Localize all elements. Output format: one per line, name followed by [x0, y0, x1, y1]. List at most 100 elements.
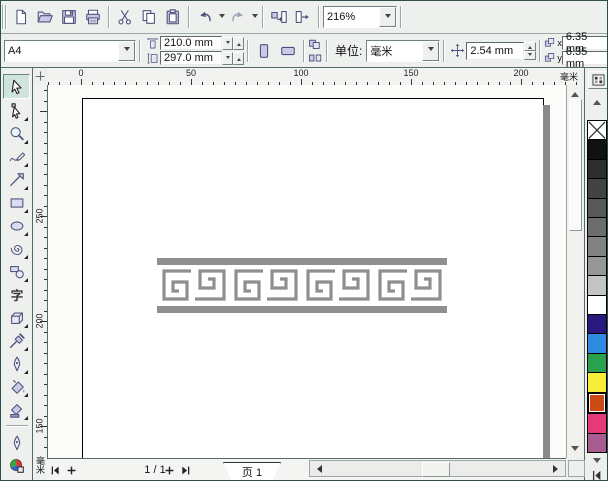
shape-tool[interactable] — [4, 99, 29, 122]
rectangle-tool[interactable] — [4, 191, 29, 214]
scroll-left-button[interactable] — [312, 463, 323, 474]
interactive-fill-tool[interactable] — [4, 398, 29, 421]
palette-scroll-up-button[interactable] — [590, 94, 604, 106]
zoom-level-value[interactable]: 216% — [324, 7, 379, 27]
cut-button[interactable] — [113, 5, 137, 29]
units-value[interactable]: 毫米 — [367, 40, 423, 61]
color-swatch-80-percent-black[interactable] — [587, 178, 607, 199]
horizontal-scrollbar-thumb[interactable] — [422, 462, 450, 477]
nudge-spin-down[interactable] — [524, 50, 537, 60]
vertical-scrollbar-thumb[interactable] — [569, 99, 582, 231]
property-bar: A4 210.0 mm 297.0 mm 单位: 毫米 2.54 mm x 6.… — [1, 31, 607, 70]
palette-expand-button[interactable] — [589, 469, 605, 480]
portrait-orientation-button[interactable] — [252, 39, 276, 63]
smart-drawing-tool[interactable] — [4, 168, 29, 191]
scroll-right-button[interactable] — [552, 463, 563, 474]
color-swatch-60-percent-black[interactable] — [587, 217, 607, 238]
palette-options-button[interactable] — [588, 71, 607, 89]
color-swatch-green[interactable] — [587, 352, 607, 374]
scroll-up-button[interactable] — [569, 87, 581, 98]
color-swatch-20-percent-black[interactable] — [587, 275, 607, 296]
toolbar-grip[interactable] — [2, 5, 7, 29]
color-swatch-blue[interactable] — [587, 333, 607, 354]
horizontal-scrollbar[interactable] — [309, 460, 566, 477]
scroll-down-button[interactable] — [569, 445, 581, 456]
propbar-separator — [247, 39, 249, 62]
landscape-orientation-button[interactable] — [276, 39, 300, 63]
spiral-tool[interactable] — [4, 237, 29, 260]
undo-button[interactable] — [193, 5, 217, 29]
paper-width-spin-up[interactable] — [233, 36, 244, 50]
color-swatch-black[interactable] — [587, 139, 607, 160]
paper-size-combo[interactable]: A4 — [4, 39, 136, 62]
color-swatch-mauve[interactable] — [587, 432, 607, 453]
paper-width-spin-down[interactable] — [222, 36, 233, 50]
palette-scroll-down-button[interactable] — [590, 456, 604, 468]
nudge-offset-field[interactable]: 2.54 mm — [466, 41, 525, 60]
zoom-combo-dropdown-button[interactable] — [379, 7, 396, 27]
set-size-current-page-button[interactable] — [308, 51, 323, 65]
color-swatch-50-percent-black[interactable] — [587, 236, 607, 257]
paper-height-field[interactable]: 297.0 mm — [160, 51, 222, 65]
freehand-tool[interactable] — [4, 145, 29, 168]
duplicate-y-field[interactable]: 6.35 mm — [561, 46, 607, 70]
paper-height-spin-down[interactable] — [222, 51, 233, 65]
propbar-separator — [539, 39, 542, 62]
open-button[interactable] — [33, 5, 57, 29]
zoom-level-combo[interactable]: 216% — [323, 6, 397, 28]
paper-height-spin-up[interactable] — [233, 51, 244, 65]
color-dialog-tool[interactable] — [4, 454, 29, 477]
outline-pen-bottom-tool[interactable] — [4, 431, 29, 454]
drawing-canvas[interactable] — [47, 85, 566, 458]
color-swatch-white[interactable] — [587, 294, 607, 316]
paste-button[interactable] — [161, 5, 185, 29]
nudge-spin-up[interactable] — [524, 41, 537, 51]
paper-size-value[interactable]: A4 — [5, 40, 118, 61]
set-size-all-pages-button[interactable] — [308, 37, 323, 51]
color-swatch-90-percent-black[interactable] — [587, 158, 607, 180]
color-swatch-70-percent-black[interactable] — [587, 197, 607, 219]
vertical-scrollbar[interactable] — [566, 85, 582, 458]
pick-tool[interactable] — [3, 74, 30, 99]
import-icon — [270, 8, 288, 26]
ruler-origin-button[interactable] — [33, 68, 47, 85]
units-dropdown-button[interactable] — [422, 40, 440, 61]
toolbar-separator — [400, 6, 402, 28]
eyedropper-tool[interactable] — [4, 329, 29, 352]
paper-width-field[interactable]: 210.0 mm — [160, 36, 222, 50]
export-button[interactable] — [291, 5, 315, 29]
greek-key-pattern-object[interactable] — [157, 258, 447, 313]
chevron-down-icon — [251, 13, 258, 21]
horizontal-ruler[interactable]: 毫米 0 50 100 150 200 — [47, 68, 581, 86]
redo-button[interactable] — [226, 5, 250, 29]
undo-dropdown-button[interactable] — [217, 5, 226, 29]
add-page-before-button[interactable] — [63, 461, 79, 479]
color-swatch-no-fill[interactable] — [587, 120, 607, 141]
color-swatch-40-percent-black[interactable] — [587, 255, 607, 277]
outline-pen-tool[interactable] — [4, 352, 29, 375]
paper-size-dropdown-button[interactable] — [118, 40, 135, 61]
basic-shapes-tool[interactable] — [4, 260, 29, 283]
text-tool[interactable]: 字 — [4, 283, 29, 306]
color-swatch-orange-red[interactable] — [587, 391, 607, 415]
color-swatch-blue-violet[interactable] — [587, 314, 607, 335]
chevron-down-icon — [123, 47, 130, 54]
first-page-button[interactable] — [47, 461, 63, 479]
vertical-ruler[interactable]: 250 200 150 — [33, 85, 48, 458]
interactive-extrude-tool[interactable] — [4, 306, 29, 329]
new-button[interactable] — [9, 5, 33, 29]
copy-button[interactable] — [137, 5, 161, 29]
ruler-label: 100 — [293, 68, 309, 78]
coreldraw-window: 216% A4 210.0 mm 297.0 mm 单位: 毫米 2.54 mm… — [0, 0, 608, 481]
color-swatch-yellow[interactable] — [587, 372, 607, 393]
fill-tool[interactable] — [4, 375, 29, 398]
units-combo[interactable]: 毫米 — [366, 39, 441, 62]
redo-dropdown-button[interactable] — [250, 5, 259, 29]
ellipse-tool[interactable] — [4, 214, 29, 237]
save-button[interactable] — [57, 5, 81, 29]
print-button[interactable] — [81, 5, 105, 29]
page-tab[interactable]: 页 1 — [223, 462, 281, 481]
import-button[interactable] — [267, 5, 291, 29]
zoom-tool[interactable] — [4, 122, 29, 145]
color-swatch-magenta[interactable] — [587, 413, 607, 434]
